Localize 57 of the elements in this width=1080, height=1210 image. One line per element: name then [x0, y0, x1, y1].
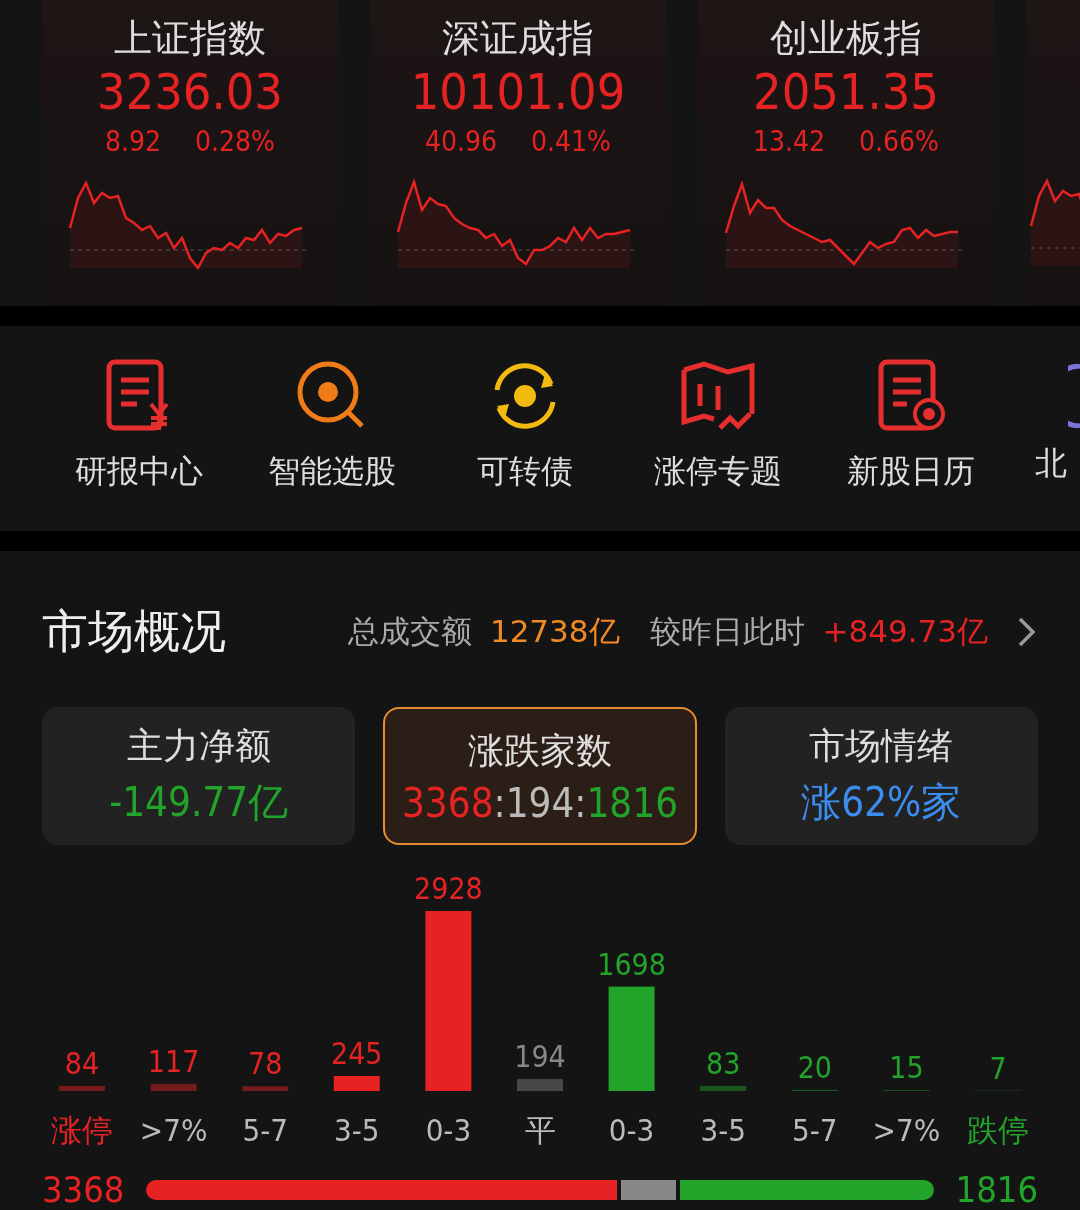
- bar-value-label: 1698: [597, 946, 666, 982]
- down-count: 1816: [955, 1169, 1038, 1210]
- bar-value-label: 15: [889, 1050, 924, 1086]
- category-label: 5-7: [792, 1112, 838, 1148]
- index-name: 深证成指: [442, 15, 594, 62]
- section-title: 市场概况: [42, 603, 226, 660]
- bar-value-label: 245: [331, 1035, 383, 1071]
- bar: [333, 1075, 380, 1091]
- index-name: 上证指数: [114, 15, 266, 62]
- shortcut-button[interactable]: 智能选股: [235, 325, 428, 531]
- chevron-right-icon[interactable]: [1016, 615, 1038, 649]
- shortcut-button[interactable]: 新股日历: [814, 325, 1007, 531]
- compare-label: 较昨日此时: [649, 612, 805, 651]
- index-value: 3236.03: [97, 62, 283, 122]
- turnover-label: 总成交额: [347, 612, 472, 651]
- bar: [59, 1085, 105, 1091]
- category-label: 0-3: [425, 1112, 472, 1148]
- index-name: 创业板指: [770, 15, 922, 62]
- shortcut-button[interactable]: 可转债: [428, 325, 621, 531]
- bar-value-label: 84: [64, 1045, 100, 1081]
- bar-value-label: 83: [706, 1045, 741, 1081]
- bar: [700, 1085, 747, 1091]
- category-label: 3-5: [334, 1112, 380, 1148]
- bar-value-label: 2928: [414, 871, 483, 906]
- up-count: 3368: [42, 1169, 125, 1210]
- stat-tab[interactable]: 市场情绪 涨62%家: [724, 707, 1038, 845]
- index-value: 2051.35: [753, 62, 939, 122]
- index-value: 10101.09: [410, 62, 626, 122]
- bar-value-label: 20: [797, 1049, 832, 1085]
- bar: [242, 1086, 289, 1091]
- stat-tab[interactable]: 涨跌家数 3368:194:1816: [383, 707, 697, 845]
- category-label: >7%: [139, 1112, 208, 1148]
- index-percent: 0.66%: [859, 124, 940, 160]
- index-percent: 0.28%: [195, 124, 276, 160]
- compare-value: +849.73亿: [822, 612, 988, 651]
- index-change: 40.96: [424, 124, 498, 160]
- category-label: 0-3: [608, 1112, 655, 1148]
- bar-value-label: 117: [147, 1043, 200, 1079]
- shortcut-button[interactable]: 研报中心: [42, 325, 235, 531]
- shortcut-button[interactable]: 北: [1007, 325, 1080, 531]
- bar-value-label: 194: [514, 1039, 566, 1075]
- stat-tab[interactable]: 主力净额 -149.77亿: [42, 707, 356, 845]
- bar: [150, 1083, 197, 1091]
- turnover-value: 12738亿: [489, 612, 620, 651]
- category-label: 3-5: [700, 1112, 746, 1148]
- bar: [517, 1079, 563, 1091]
- category-label: 5-7: [242, 1112, 288, 1148]
- category-label: 平: [524, 1112, 556, 1148]
- bar-value-label: 78: [248, 1046, 283, 1082]
- category-label: >7%: [872, 1112, 941, 1148]
- index-percent: 0.41%: [531, 124, 612, 160]
- index-change: 8.92: [104, 124, 162, 160]
- category-label: 涨停: [51, 1112, 113, 1148]
- category-label: 跌停: [967, 1112, 1029, 1148]
- bar-value-label: 7: [989, 1050, 1007, 1086]
- shortcut-button[interactable]: 涨停专题: [621, 325, 814, 531]
- index-change: 13.42: [752, 124, 826, 160]
